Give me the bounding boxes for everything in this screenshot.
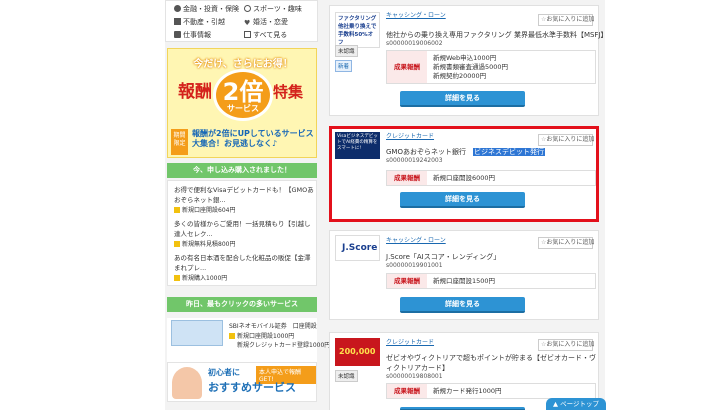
card-4-image[interactable]: 200,000 xyxy=(335,338,380,366)
double-reward-banner[interactable]: 今だけ、さらにお得！ 報酬 2倍 サービス 特集 期間限定 報酬が2倍にUPしてい… xyxy=(167,48,317,158)
page: 金融・投資・保険 スポーツ・趣味 不動産・引越 ♥ 婚活・恋愛 仕事情報 すべて見… xyxy=(0,0,728,410)
service-reward-2: 新規クレジットカード登録1000円 xyxy=(237,342,331,349)
recent-item-1[interactable]: お得で便利なVisaデビットカードも！【GMOあおぞらネット銀... xyxy=(174,185,314,205)
card-2-reward-table: 成果報酬 新規口座開設6000円 xyxy=(386,170,596,186)
card-2-category[interactable]: クレジットカード xyxy=(386,131,434,140)
sports-icon xyxy=(244,5,251,12)
banner-top-text: 今だけ、さらにお得！ xyxy=(193,59,293,70)
card-1-title[interactable]: 他社からの乗り換え専用ファクタリング 業界最低水準手数料【MSFJ】 xyxy=(386,30,608,40)
card-2-title-selected: ビジネスデビット発行 xyxy=(472,148,545,156)
card-2-reward-1: 新規口座開設6000円 xyxy=(433,174,496,182)
reward-label: 成果報酬 xyxy=(387,171,427,185)
category-box: 金融・投資・保険 スポーツ・趣味 不動産・引越 ♥ 婚活・恋愛 仕事情報 すべて見… xyxy=(165,0,318,42)
point-icon xyxy=(229,333,235,339)
card-3-title[interactable]: J.Score「AIスコア・レンディング」 xyxy=(386,252,500,262)
point-icon xyxy=(174,207,180,213)
card-4-reward-1: 新規カード発行1000円 xyxy=(433,387,502,395)
card-4-category[interactable]: クレジットカード xyxy=(386,337,434,346)
card-1-favorite-button[interactable]: ☆お気に入りに追加 xyxy=(538,14,594,26)
card-2-details-button[interactable]: 詳細を見る xyxy=(400,192,525,208)
card-1-tag-unconfirmed: 未認識 xyxy=(335,45,358,57)
card-3-reward-table: 成果報酬 新規口座開設1500円 xyxy=(386,273,596,289)
service-name: SBIネオモバイル証券 口座開設 xyxy=(229,323,317,330)
promo-line-2: おすすめサービス xyxy=(208,381,296,394)
most-clicked-heading: 昨日、最もクリックの多いサービス xyxy=(167,297,317,312)
point-icon xyxy=(174,275,180,281)
recent-purchases-list: お得で便利なVisaデビットカードも！【GMOあおぞらネット銀... 新規口座開… xyxy=(167,180,317,286)
recent-item-3[interactable]: あの有名日本酒を配合した化粧品の販促【金澤まれプレ... xyxy=(174,253,314,273)
most-clicked-item[interactable]: SBIネオモバイル証券 口座開設 新規口座開設1000円 新規クレジットカード登… xyxy=(167,318,330,366)
card-4-tag-unconfirmed: 未認識 xyxy=(335,370,358,382)
card-2-title[interactable]: GMOあおぞらネット銀行 ビジネスデビット発行 xyxy=(386,147,545,157)
card-3-details-button[interactable]: 詳細を見る xyxy=(400,297,525,313)
reward-label: 成果報酬 xyxy=(387,384,427,398)
card-2-id: s00000019242003 xyxy=(386,157,443,164)
card-1-category[interactable]: キャッシング・ローン xyxy=(386,10,446,19)
card-1-id: s00000019006002 xyxy=(386,40,443,47)
card-1-image[interactable]: ファクタリング 他社乗り換えで 手数料50%オフ xyxy=(335,12,380,48)
category-all[interactable]: すべて見る xyxy=(244,30,287,40)
recent-item-2-reward: 新規無料見積800円 xyxy=(174,239,235,248)
card-3-image[interactable]: J.Score xyxy=(335,235,380,261)
category-marriage[interactable]: ♥ 婚活・恋愛 xyxy=(244,17,288,27)
card-4-title[interactable]: ゼビオやヴィクトリアで超もポイントが貯まる【ゼビオカード・ヴィクトリアカード】 xyxy=(386,353,596,373)
card-3-reward-1: 新規口座開設1500円 xyxy=(433,277,496,285)
banner-right-text: 特集 xyxy=(273,83,304,101)
point-icon xyxy=(174,241,180,247)
heart-icon: ♥ xyxy=(244,19,251,27)
card-2-favorite-button[interactable]: ☆お気に入りに追加 xyxy=(538,134,594,146)
service-reward-1: 新規口座開設1000円 xyxy=(229,331,294,340)
banner-badge: 期間限定 xyxy=(171,129,188,155)
banner-circle: 2倍 サービス xyxy=(213,69,273,121)
service-card-1: ファクタリング 他社乗り換えで 手数料50%オフ キャッシング・ローン ☆お気に… xyxy=(329,5,608,116)
card-3-id: s00000019901001 xyxy=(386,262,443,269)
service-thumbnail xyxy=(171,320,223,346)
banner-description: 報酬が2倍にUPしているサービス大集合！お見逃しなく♪ xyxy=(192,129,314,148)
card-1-details-button[interactable]: 詳細を見る xyxy=(400,91,525,107)
recent-item-3-reward: 新規購入1000円 xyxy=(174,273,227,282)
yen-icon xyxy=(174,5,181,12)
card-1-reward-table: 成果報酬 新規Web申込1000円 新規書類審査通過5000円 新規契約2000… xyxy=(386,50,596,84)
card-1-tag-new: 新着 xyxy=(335,60,353,72)
card-4-reward-table: 成果報酬 新規カード発行1000円 xyxy=(386,383,596,399)
card-1-reward-3: 新規契約20000円 xyxy=(433,72,487,80)
recent-purchases-heading: 今、申し込み購入されました！ xyxy=(167,163,317,178)
all-icon xyxy=(244,31,251,38)
category-finance[interactable]: 金融・投資・保険 xyxy=(174,4,239,14)
jscore-logo: J.Score xyxy=(342,243,378,253)
card-2-image[interactable]: VisaビジネスデビットでAI経費の精算をスマートに! xyxy=(335,132,380,159)
category-sports[interactable]: スポーツ・趣味 xyxy=(244,4,302,14)
recent-item-2[interactable]: 多くの皆様からご愛用！一括見積もり【引越し達人セレク... xyxy=(174,219,314,239)
card-3-favorite-button[interactable]: ☆お気に入りに追加 xyxy=(538,237,594,249)
card-4-favorite-button[interactable]: ☆お気に入りに追加 xyxy=(538,339,594,351)
banner-left-text: 報酬 xyxy=(178,82,212,102)
service-card-3: J.Score キャッシング・ローン ☆お気に入りに追加 J.Score「AIス… xyxy=(329,230,599,320)
service-card-2: VisaビジネスデビットでAI経費の精算をスマートに! クレジットカード ☆お気… xyxy=(329,126,599,222)
briefcase-icon xyxy=(174,31,181,38)
character-illustration xyxy=(172,367,202,399)
reward-label: 成果報酬 xyxy=(387,274,427,288)
card-3-category[interactable]: キャッシング・ローン xyxy=(386,235,446,244)
reward-label: 成果報酬 xyxy=(387,51,427,83)
promo-line-1: 初心者に xyxy=(208,368,240,377)
recent-item-1-reward: 新規口座開設604円 xyxy=(174,205,235,214)
category-realestate[interactable]: 不動産・引越 xyxy=(174,17,225,27)
card-4-id: s00000019808001 xyxy=(386,373,443,380)
beginner-promo-banner[interactable]: 初心者に 本人申込で報酬GET! おすすめサービス xyxy=(167,362,317,402)
page-top-button[interactable]: ▲ ページトップ xyxy=(546,398,606,410)
house-icon xyxy=(174,18,181,25)
category-jobs[interactable]: 仕事情報 xyxy=(174,30,211,40)
service-list: ファクタリング 他社乗り換えで 手数料50%オフ キャッシング・ローン ☆お気に… xyxy=(325,0,608,410)
sidebar: 金融・投資・保険 スポーツ・趣味 不動産・引越 ♥ 婚活・恋愛 仕事情報 すべて見… xyxy=(165,0,330,410)
